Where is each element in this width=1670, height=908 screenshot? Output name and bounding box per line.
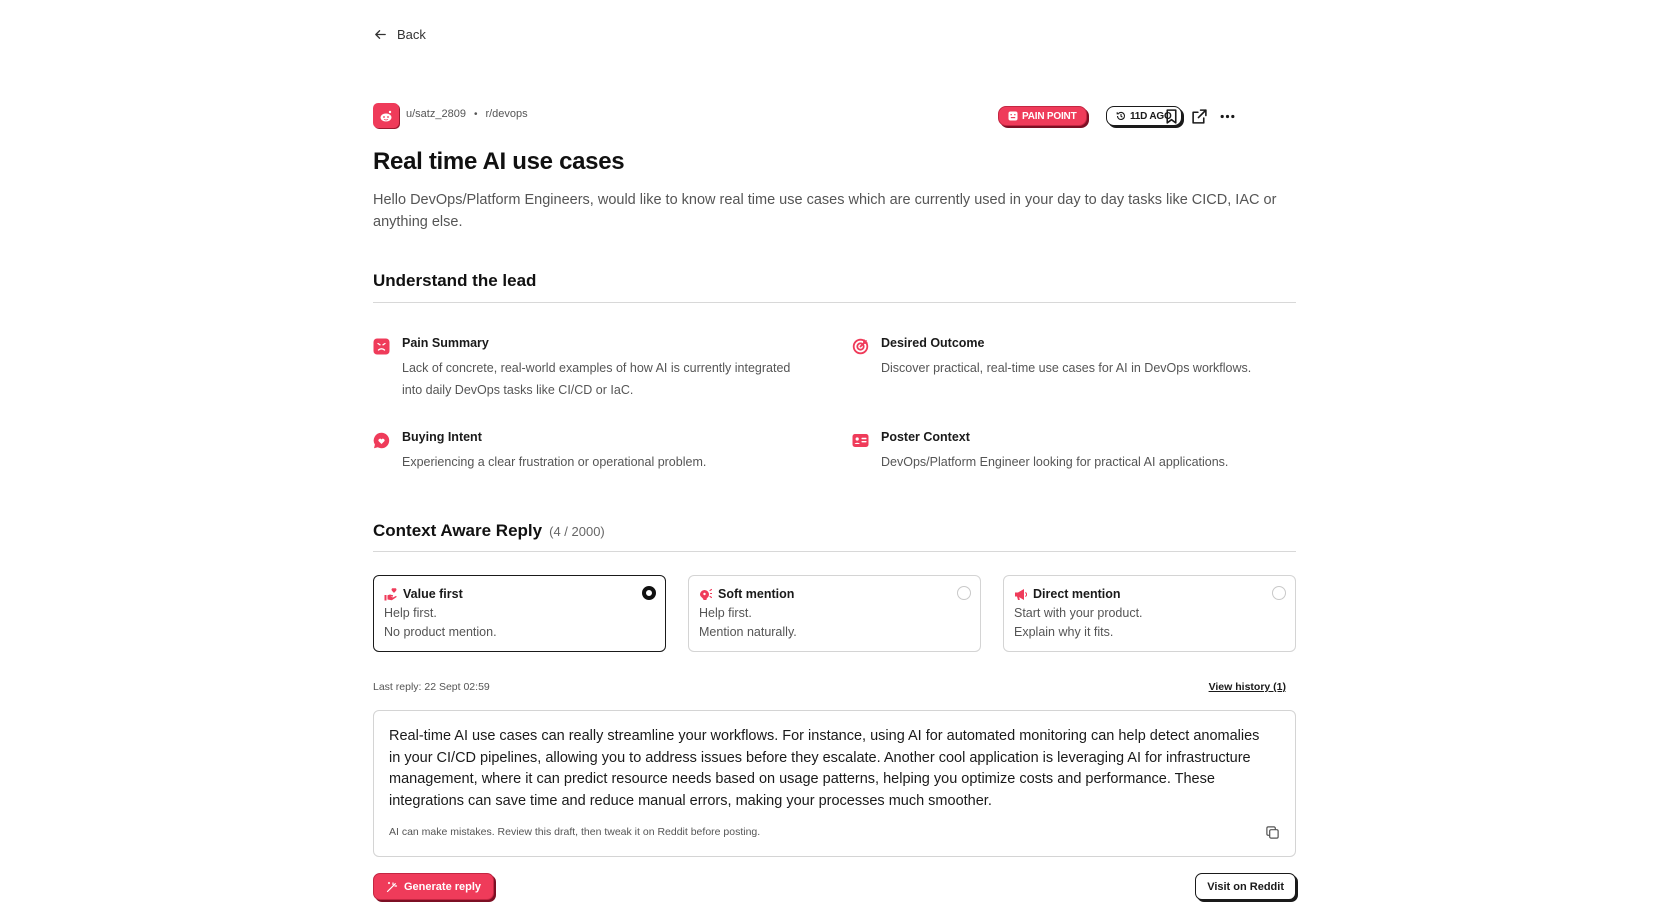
magic-wand-icon	[386, 881, 398, 892]
option-line-2: No product mention.	[384, 625, 497, 639]
copy-icon	[1266, 826, 1279, 839]
view-history-link[interactable]: View history (1)	[1209, 681, 1286, 693]
reddit-icon	[380, 110, 392, 121]
frown-face-icon	[373, 338, 390, 355]
page: Back u/satz_2809 • r/devops PAIN POINT 1…	[0, 0, 1670, 908]
option-radio[interactable]	[1272, 586, 1286, 600]
arrow-left-icon	[375, 30, 386, 39]
option-header: Value first	[384, 587, 463, 601]
option-title: Direct mention	[1033, 587, 1121, 601]
option-direct-mention[interactable]: Direct mention Start with your product. …	[1003, 575, 1296, 652]
ai-disclaimer: AI can make mistakes. Review this draft,…	[389, 826, 761, 838]
badge-face-icon	[1008, 111, 1018, 121]
post-meta: u/satz_2809 • r/devops PAIN POINT 11D AG…	[373, 103, 1296, 129]
poster-context-text: DevOps/Platform Engineer looking for pra…	[881, 455, 1229, 469]
reply-heading: Context Aware Reply (4 / 2000)	[373, 521, 605, 541]
reply-draft-box[interactable]: Real-time AI use cases can really stream…	[373, 710, 1296, 857]
target-icon	[852, 338, 869, 355]
pain-point-label: PAIN POINT	[1022, 110, 1077, 122]
meta-separator: •	[473, 108, 478, 120]
post-title: Real time AI use cases	[373, 148, 625, 175]
post-body: Hello DevOps/Platform Engineers, would l…	[373, 192, 1277, 230]
buying-intent-text: Experiencing a clear frustration or oper…	[402, 455, 707, 469]
divider	[373, 302, 1296, 303]
generate-reply-label: Generate reply	[404, 880, 482, 893]
option-radio[interactable]	[642, 586, 656, 600]
back-button[interactable]: Back	[373, 27, 426, 42]
post-meta-text: u/satz_2809 • r/devops	[406, 108, 528, 120]
post-subreddit[interactable]: r/devops	[485, 108, 527, 120]
visit-on-reddit-label: Visit on Reddit	[1207, 880, 1284, 893]
reply-heading-label: Context Aware Reply	[373, 521, 543, 540]
id-card-icon	[852, 434, 869, 447]
subreddit-avatar	[373, 103, 399, 128]
ellipsis-icon	[1220, 114, 1234, 118]
option-title: Soft mention	[718, 587, 795, 601]
buying-intent-title: Buying Intent	[402, 430, 482, 444]
pain-summary-text: Lack of concrete, real-world examples of…	[402, 361, 791, 397]
understand-heading: Understand the lead	[373, 271, 537, 290]
divider	[373, 551, 1296, 552]
option-line-1: Help first.	[699, 606, 752, 620]
more-options-button[interactable]	[1218, 107, 1236, 125]
option-line-2: Mention naturally.	[699, 625, 797, 639]
reply-draft-text[interactable]: Real-time AI use cases can really stream…	[389, 726, 1269, 813]
copy-button[interactable]	[1265, 825, 1281, 841]
poster-context-title: Poster Context	[881, 430, 970, 444]
option-header: Direct mention	[1014, 587, 1121, 601]
option-line-2: Explain why it fits.	[1014, 625, 1114, 639]
desired-outcome-title: Desired Outcome	[881, 336, 985, 350]
pain-summary-title: Pain Summary	[402, 336, 489, 350]
hand-heart-icon	[384, 587, 397, 600]
option-title: Value first	[403, 587, 463, 601]
external-link-icon	[1191, 108, 1207, 124]
pain-point-badge: PAIN POINT	[998, 106, 1087, 126]
back-label: Back	[397, 27, 426, 42]
history-clock-icon	[1116, 111, 1125, 120]
bookmark-button[interactable]	[1162, 107, 1180, 125]
option-value-first[interactable]: Value first Help first. No product menti…	[373, 575, 666, 652]
desired-outcome-text: Discover practical, real-time use cases …	[881, 361, 1252, 375]
speaker-hand-icon	[700, 588, 712, 600]
char-count: (4 / 2000)	[549, 524, 605, 539]
last-reply-timestamp: Last reply: 22 Sept 02:59	[373, 681, 490, 693]
post-author[interactable]: u/satz_2809	[406, 108, 466, 120]
visit-on-reddit-button[interactable]: Visit on Reddit	[1195, 873, 1296, 900]
megaphone-icon	[1015, 588, 1027, 600]
option-line-1: Start with your product.	[1014, 606, 1143, 620]
option-header: Soft mention	[699, 587, 794, 601]
generate-reply-button[interactable]: Generate reply	[373, 873, 495, 900]
open-external-button[interactable]	[1190, 107, 1208, 125]
option-soft-mention[interactable]: Soft mention Help first. Mention natural…	[688, 575, 981, 652]
bookmark-icon	[1165, 108, 1177, 124]
option-radio[interactable]	[957, 586, 971, 600]
option-line-1: Help first.	[384, 606, 437, 620]
heart-chat-icon	[373, 432, 390, 449]
